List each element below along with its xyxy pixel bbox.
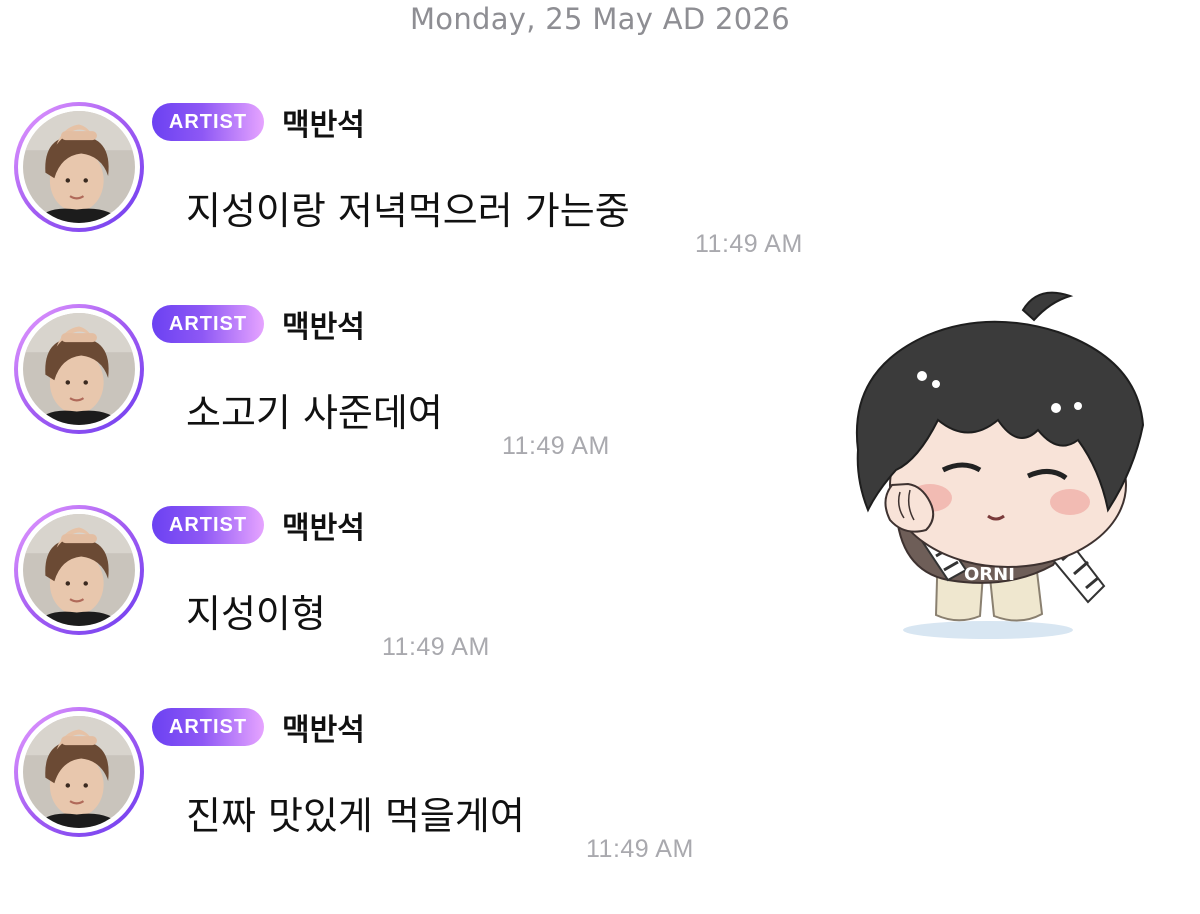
avatar-photo <box>23 111 135 223</box>
message-timestamp: 11:49 AM <box>382 633 490 661</box>
date-separator: Monday, 25 May AD 2026 <box>409 2 790 36</box>
message-timestamp: 11:49 AM <box>502 432 610 460</box>
sender-name[interactable]: 맥반석 <box>282 302 365 346</box>
avatar[interactable] <box>14 707 144 837</box>
message-text: 소고기 사준데여 <box>186 391 443 435</box>
chibi-sticker: ORNI 20 <box>855 291 1145 639</box>
message-text: 지성이랑 저녁먹으러 가는중 <box>186 189 630 233</box>
sender-name[interactable]: 맥반석 <box>282 705 365 749</box>
sender-name[interactable]: 맥반석 <box>282 503 365 547</box>
avatar[interactable] <box>14 102 144 232</box>
sticker-sleeve-text: 20 <box>888 564 901 575</box>
message-timestamp: 11:49 AM <box>586 835 694 863</box>
avatar-photo <box>23 716 135 828</box>
chat-message: ARTIST 맥반석 지성이랑 저녁먹으러 가는중 11:49 AM <box>0 102 1200 302</box>
message-timestamp: 11:49 AM <box>695 230 803 258</box>
message-text: 진짜 맛있게 먹을게여 <box>186 794 525 838</box>
avatar-photo <box>23 514 135 626</box>
avatar[interactable] <box>14 505 144 635</box>
message-text: 지성이형 <box>186 592 326 636</box>
artist-badge: ARTIST <box>152 506 264 544</box>
artist-badge: ARTIST <box>152 708 264 746</box>
artist-badge: ARTIST <box>152 305 264 343</box>
chat-message: ARTIST 맥반석 진짜 맛있게 먹을게여 11:49 AM <box>0 707 1200 907</box>
sender-name[interactable]: 맥반석 <box>282 100 365 144</box>
artist-badge: ARTIST <box>152 103 264 141</box>
avatar[interactable] <box>14 304 144 434</box>
avatar-photo <box>23 313 135 425</box>
